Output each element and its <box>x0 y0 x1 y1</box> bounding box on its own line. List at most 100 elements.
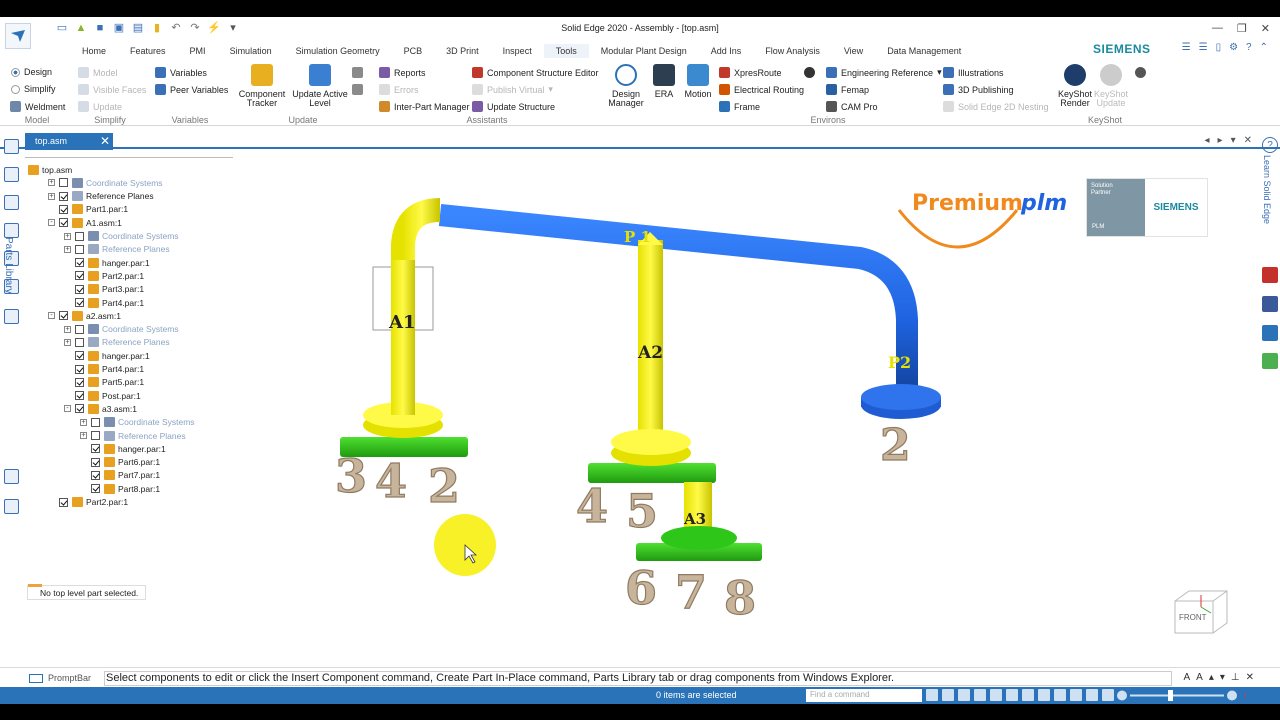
document-tab-top-asm[interactable]: top.asm ✕ <box>25 133 113 150</box>
views-icon[interactable] <box>1022 689 1034 701</box>
document-icon[interactable]: ▯ <box>1216 42 1222 53</box>
community-icon[interactable] <box>1262 325 1278 341</box>
tree-expander-icon[interactable]: + <box>64 245 71 253</box>
family-icon[interactable] <box>4 223 19 238</box>
tree-node[interactable]: hanger.par:1 <box>64 349 150 362</box>
tree-node[interactable]: Post.par:1 <box>64 389 141 402</box>
tree-visibility-checkbox[interactable] <box>91 431 100 440</box>
pathfinder-splitter[interactable] <box>25 154 233 158</box>
sensors-icon[interactable] <box>4 195 19 210</box>
tree-visibility-checkbox[interactable] <box>59 178 68 188</box>
tab-simulation-geometry[interactable]: Simulation Geometry <box>284 44 392 58</box>
tree-visibility-checkbox[interactable] <box>91 470 100 480</box>
tree-expander-icon[interactable]: + <box>64 232 71 240</box>
tree-node[interactable]: + Reference Planes <box>64 243 170 256</box>
update-active-level-button[interactable]: Update Active Level <box>292 64 348 108</box>
tree-expander-icon[interactable]: + <box>64 325 71 333</box>
tree-node[interactable]: + Reference Planes <box>48 190 154 203</box>
view-cube[interactable]: FRONT <box>1171 587 1229 637</box>
prev-document-icon[interactable]: ◂ <box>1205 135 1210 146</box>
tree-visibility-checkbox[interactable] <box>59 204 68 214</box>
fit-icon[interactable] <box>974 689 986 701</box>
component-structure-editor-button[interactable]: Component Structure Editor <box>472 67 599 78</box>
tree-node[interactable]: Part3.par:1 <box>64 283 144 296</box>
update-icon-2[interactable] <box>352 84 363 95</box>
close-window-icon[interactable]: ✕ <box>1261 22 1270 35</box>
tree-expander-icon[interactable]: - <box>48 312 55 320</box>
tree-node[interactable]: Part6.par:1 <box>80 456 160 469</box>
tree-node[interactable]: Part8.par:1 <box>80 482 160 495</box>
tab-pmi[interactable]: PMI <box>178 44 218 58</box>
keyshot-update-button[interactable]: KeyShot Update <box>1092 64 1130 108</box>
blue-pipe[interactable] <box>438 204 918 390</box>
tab-modular-plant-design[interactable]: Modular Plant Design <box>589 44 699 58</box>
learn-solid-edge-tab[interactable]: Learn Solid Edge <box>1262 155 1272 224</box>
engineering-reference-button[interactable]: Engineering Reference ▾ <box>826 67 942 78</box>
update-icon-1[interactable] <box>352 67 363 78</box>
pb-down-icon[interactable]: ▾ <box>1220 672 1225 683</box>
tree-visibility-checkbox[interactable] <box>59 191 68 201</box>
help-icon[interactable]: ? <box>1246 42 1252 53</box>
tree-visibility-checkbox[interactable] <box>59 497 68 507</box>
tree-visibility-checkbox[interactable] <box>75 258 84 268</box>
tab-pcb[interactable]: PCB <box>392 44 435 58</box>
xpresroute-button[interactable]: XpresRoute <box>719 67 782 78</box>
tab-view[interactable]: View <box>832 44 875 58</box>
tree-node[interactable]: Part2.par:1 <box>48 496 128 509</box>
tree-node[interactable]: hanger.par:1 <box>64 256 150 269</box>
settings-icon[interactable]: ⚙ <box>1229 42 1238 53</box>
publish-virtual-button[interactable]: Publish Virtual ▾ <box>472 84 553 95</box>
close-document-icon[interactable]: ✕ <box>100 133 110 150</box>
variables-button[interactable]: Variables <box>155 67 207 78</box>
weldment-button[interactable]: Weldment <box>10 101 65 112</box>
visible-faces-button[interactable]: Visible Faces <box>78 84 146 95</box>
tab-data-management[interactable]: Data Management <box>875 44 973 58</box>
pb-up-icon[interactable]: ▴ <box>1209 672 1214 683</box>
digit-7[interactable]: 7 <box>674 564 707 619</box>
pb-close-icon[interactable]: ✕ <box>1246 672 1254 683</box>
design-intent-icon[interactable] <box>4 309 19 324</box>
tree-visibility-checkbox[interactable] <box>75 284 84 294</box>
notes-icon[interactable] <box>1262 353 1278 369</box>
command-finder-input[interactable]: Find a command <box>806 689 922 702</box>
design-radio[interactable]: Design <box>11 67 52 77</box>
tree-expander-icon[interactable]: - <box>48 219 55 227</box>
2d-nesting-button[interactable]: Solid Edge 2D Nesting <box>943 101 1049 112</box>
tree-visibility-checkbox[interactable] <box>75 391 84 401</box>
component-tracker-button[interactable]: Component Tracker <box>236 64 288 108</box>
tree-visibility-checkbox[interactable] <box>91 444 100 454</box>
tree-node[interactable]: - A1.asm:1 <box>48 216 122 229</box>
tab-3d-print[interactable]: 3D Print <box>434 44 491 58</box>
tree-node[interactable]: - a3.asm:1 <box>64 402 137 415</box>
tab-simulation[interactable]: Simulation <box>218 44 284 58</box>
zoom-slider[interactable] <box>1116 689 1246 702</box>
layers-icon[interactable] <box>4 167 19 182</box>
tree-expander-icon[interactable]: + <box>80 432 87 439</box>
tree-expander-icon[interactable]: + <box>80 418 87 426</box>
environ-icon[interactable] <box>804 67 815 78</box>
tree-visibility-checkbox[interactable] <box>75 377 84 387</box>
a2-yellow-flange[interactable] <box>611 429 691 455</box>
sketch-view-icon[interactable] <box>1070 689 1082 701</box>
display-icon[interactable] <box>1054 689 1066 701</box>
tree-node[interactable]: hanger.par:1 <box>80 442 166 455</box>
minimize-icon[interactable]: — <box>1212 22 1223 35</box>
illustrations-button[interactable]: Illustrations <box>943 67 1004 78</box>
tab-features[interactable]: Features <box>118 44 178 58</box>
digit-4[interactable]: 4 <box>374 453 407 508</box>
tree-node[interactable]: Part7.par:1 <box>80 469 160 482</box>
keyshot-render-button[interactable]: KeyShot Render <box>1056 64 1094 108</box>
tree-node[interactable]: Part1.par:1 <box>48 203 128 216</box>
tree-node[interactable]: Part2.par:1 <box>64 269 144 282</box>
render-icon[interactable] <box>1102 689 1114 701</box>
tree-visibility-checkbox[interactable] <box>91 484 100 494</box>
digit-6[interactable]: 6 <box>624 560 657 615</box>
tree-visibility-checkbox[interactable] <box>75 231 84 241</box>
cam-pro-button[interactable]: CAM Pro <box>826 101 878 112</box>
frame-button[interactable]: Frame <box>719 101 760 112</box>
tree-node[interactable]: Part4.par:1 <box>64 363 144 376</box>
parts-icon[interactable] <box>4 469 19 484</box>
update-simplify-button[interactable]: Update <box>78 101 122 112</box>
electrical-routing-button[interactable]: Electrical Routing <box>719 84 804 95</box>
go-icon[interactable] <box>926 689 938 701</box>
